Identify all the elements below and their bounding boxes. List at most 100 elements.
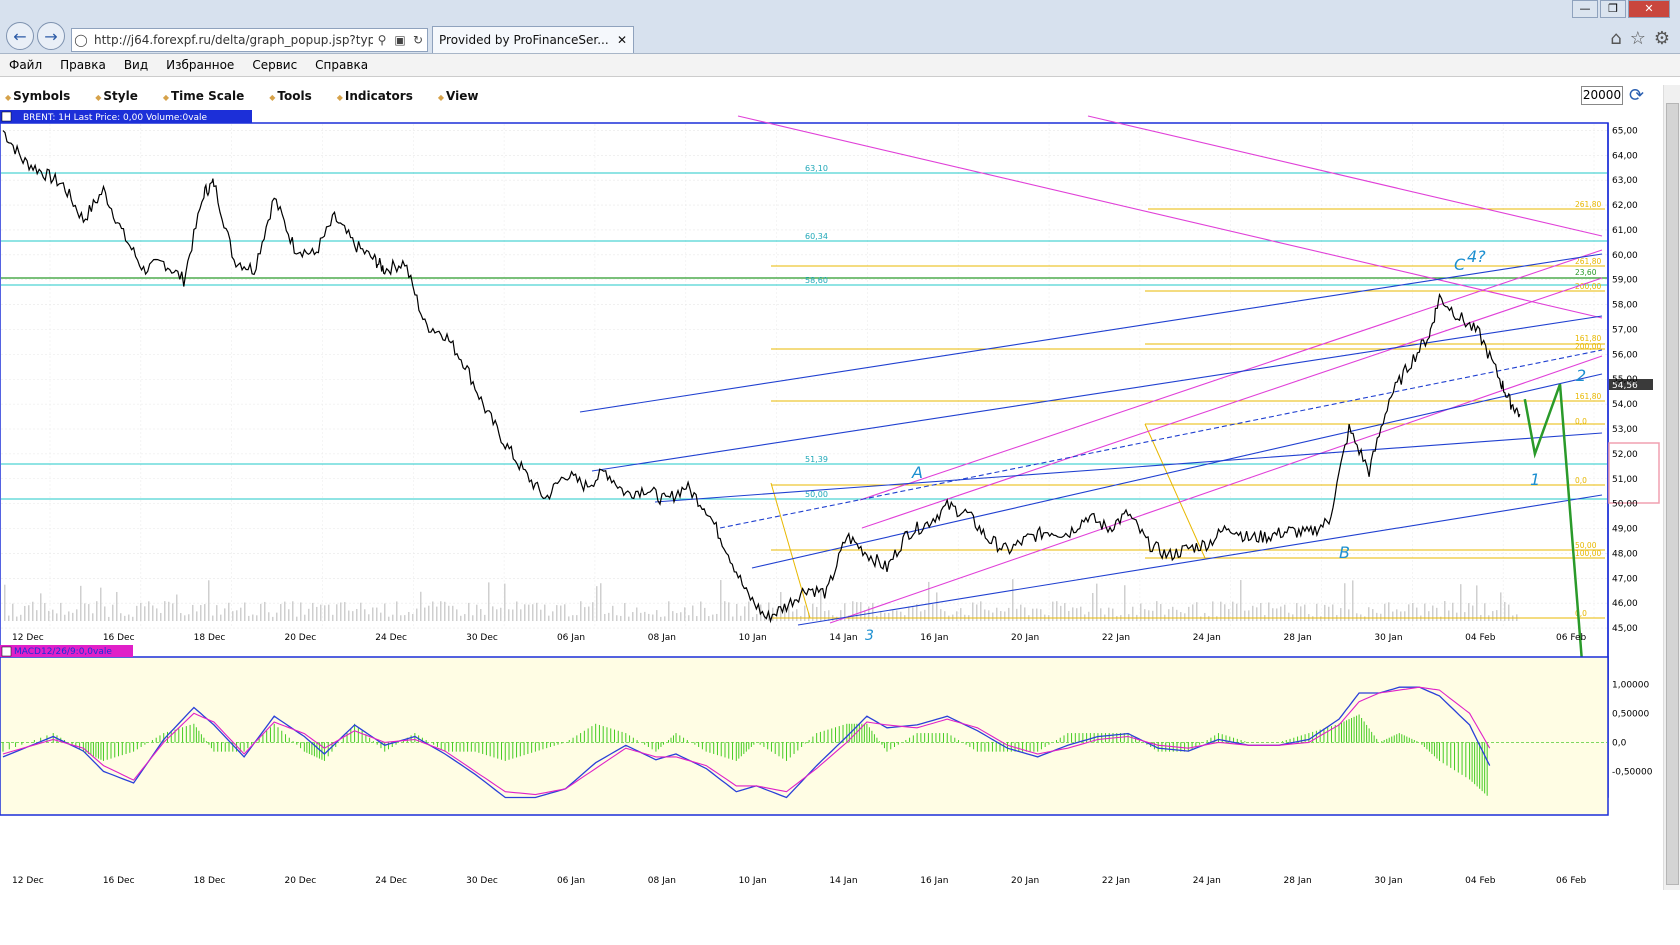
chart-menu-style[interactable]: Style xyxy=(95,89,137,103)
annot-4: 4? xyxy=(1467,247,1486,266)
volume-bar xyxy=(84,603,86,621)
menu-file[interactable]: Файл xyxy=(0,58,51,72)
volume-bar xyxy=(200,605,202,621)
volume-bar xyxy=(668,601,670,621)
volume-bar xyxy=(1404,611,1406,621)
menu-help[interactable]: Справка xyxy=(306,58,377,72)
volume-bar xyxy=(672,611,674,621)
time-tick-label: 14 Jan xyxy=(829,633,857,643)
back-button[interactable]: ← xyxy=(6,22,34,50)
volume-bar xyxy=(1500,592,1502,621)
search-icon[interactable]: ⚲ xyxy=(373,33,391,47)
volume-bar xyxy=(436,606,438,621)
volume-bar xyxy=(1144,609,1146,621)
macd-panel-menu-icon[interactable] xyxy=(1,646,12,657)
annot-1: 1 xyxy=(1530,470,1540,489)
volume-bar xyxy=(1116,616,1118,621)
chart-menu-indicators[interactable]: Indicators xyxy=(337,89,413,103)
volume-bar xyxy=(476,604,478,621)
volume-bar xyxy=(712,614,714,621)
volume-bar xyxy=(688,615,690,621)
fib-label-6034: 60,34 xyxy=(805,232,828,241)
volume-bar xyxy=(1184,613,1186,621)
chart-menu-view[interactable]: View xyxy=(438,89,478,103)
home-icon[interactable]: ⌂ xyxy=(1610,28,1621,49)
chart-area[interactable]: BRENT: 1H Last Price: 0,00 Volume:0vale … xyxy=(0,108,1660,888)
volume-bar xyxy=(1288,612,1290,621)
address-bar[interactable]: ◯ http://j64.forexpf.ru/delta/graph_popu… xyxy=(71,28,428,52)
browser-tab[interactable]: Provided by ProFinanceSer... ✕ xyxy=(432,26,634,53)
volume-bar xyxy=(412,614,414,621)
volume-bar xyxy=(1020,604,1022,621)
page-icon: ◯ xyxy=(74,33,88,47)
volume-bar xyxy=(1244,610,1246,621)
compat-icon[interactable]: ▣ xyxy=(391,33,409,47)
volume-bar xyxy=(176,594,178,621)
price-tick-label: 59,00 xyxy=(1612,276,1638,286)
volume-bar xyxy=(376,607,378,621)
maximize-button[interactable]: ❐ xyxy=(1600,0,1626,18)
volume-bar xyxy=(624,603,626,621)
close-button[interactable]: ✕ xyxy=(1628,0,1670,18)
panel-menu-icon[interactable] xyxy=(1,111,12,122)
menu-edit[interactable]: Правка xyxy=(51,58,115,72)
volume-bar xyxy=(1276,608,1278,621)
settings-gear-icon[interactable]: ⚙ xyxy=(1654,28,1670,49)
volume-bar xyxy=(1324,604,1326,621)
fib-label-r20000b: 200,00 xyxy=(1575,342,1601,351)
volume-bar xyxy=(700,601,702,621)
forward-button[interactable]: → xyxy=(37,22,65,50)
volume-bar xyxy=(536,602,538,621)
minimize-button[interactable]: — xyxy=(1572,0,1598,18)
zoom-field[interactable]: 20000 xyxy=(1581,86,1623,105)
annot-A: A xyxy=(911,463,923,482)
volume-bar xyxy=(696,616,698,621)
volume-bar xyxy=(320,604,322,621)
chart-menu-timescale[interactable]: Time Scale xyxy=(163,89,244,103)
volume-bar xyxy=(592,602,594,621)
volume-bar xyxy=(1096,583,1098,621)
macd-tick-label: 0,0 xyxy=(1612,738,1627,748)
reload-icon[interactable]: ↻ xyxy=(409,33,427,47)
time-tick-label: 16 Dec xyxy=(103,876,135,886)
volume-bar xyxy=(24,605,26,621)
time-tick-label: 06 Jan xyxy=(557,633,585,643)
volume-bar xyxy=(1476,585,1478,621)
time-tick-label: 06 Feb xyxy=(1556,633,1587,643)
chart-menu-symbols[interactable]: Symbols xyxy=(5,89,70,103)
vertical-scrollbar[interactable] xyxy=(1663,85,1680,890)
volume-bar xyxy=(660,616,662,621)
menu-view[interactable]: Вид xyxy=(115,58,157,72)
volume-bar xyxy=(1496,610,1498,621)
volume-bar xyxy=(292,601,294,621)
chart-menu-tools[interactable]: Tools xyxy=(269,89,311,103)
tab-close-icon[interactable]: ✕ xyxy=(617,33,633,47)
volume-bar xyxy=(356,608,358,621)
volume-bar xyxy=(40,593,42,621)
menu-tools[interactable]: Сервис xyxy=(243,58,306,72)
favorites-star-icon[interactable]: ☆ xyxy=(1630,28,1646,49)
price-tick-label: 61,00 xyxy=(1612,226,1638,236)
volume-bar xyxy=(428,605,430,621)
time-tick-label: 10 Jan xyxy=(739,876,767,886)
volume-bar xyxy=(156,608,158,621)
window-controls: — ❐ ✕ xyxy=(1572,0,1670,18)
scrollbar-thumb[interactable] xyxy=(1666,103,1679,885)
volume-bar xyxy=(1124,585,1126,621)
volume-bar xyxy=(1060,605,1062,621)
volume-bar xyxy=(444,601,446,621)
volume-bar xyxy=(1068,610,1070,621)
price-tick-label: 46,00 xyxy=(1612,599,1638,609)
volume-bar xyxy=(484,614,486,621)
volume-bar xyxy=(420,591,422,621)
refresh-icon[interactable]: ⟳ xyxy=(1629,85,1644,106)
volume-bar xyxy=(520,609,522,621)
volume-bar xyxy=(976,604,978,621)
volume-bar xyxy=(472,615,474,621)
menu-favorites[interactable]: Избранное xyxy=(157,58,243,72)
time-tick-label: 20 Jan xyxy=(1011,876,1039,886)
volume-bar xyxy=(136,605,138,621)
volume-bar xyxy=(116,591,118,621)
volume-bar xyxy=(708,616,710,621)
volume-bar xyxy=(596,586,598,621)
